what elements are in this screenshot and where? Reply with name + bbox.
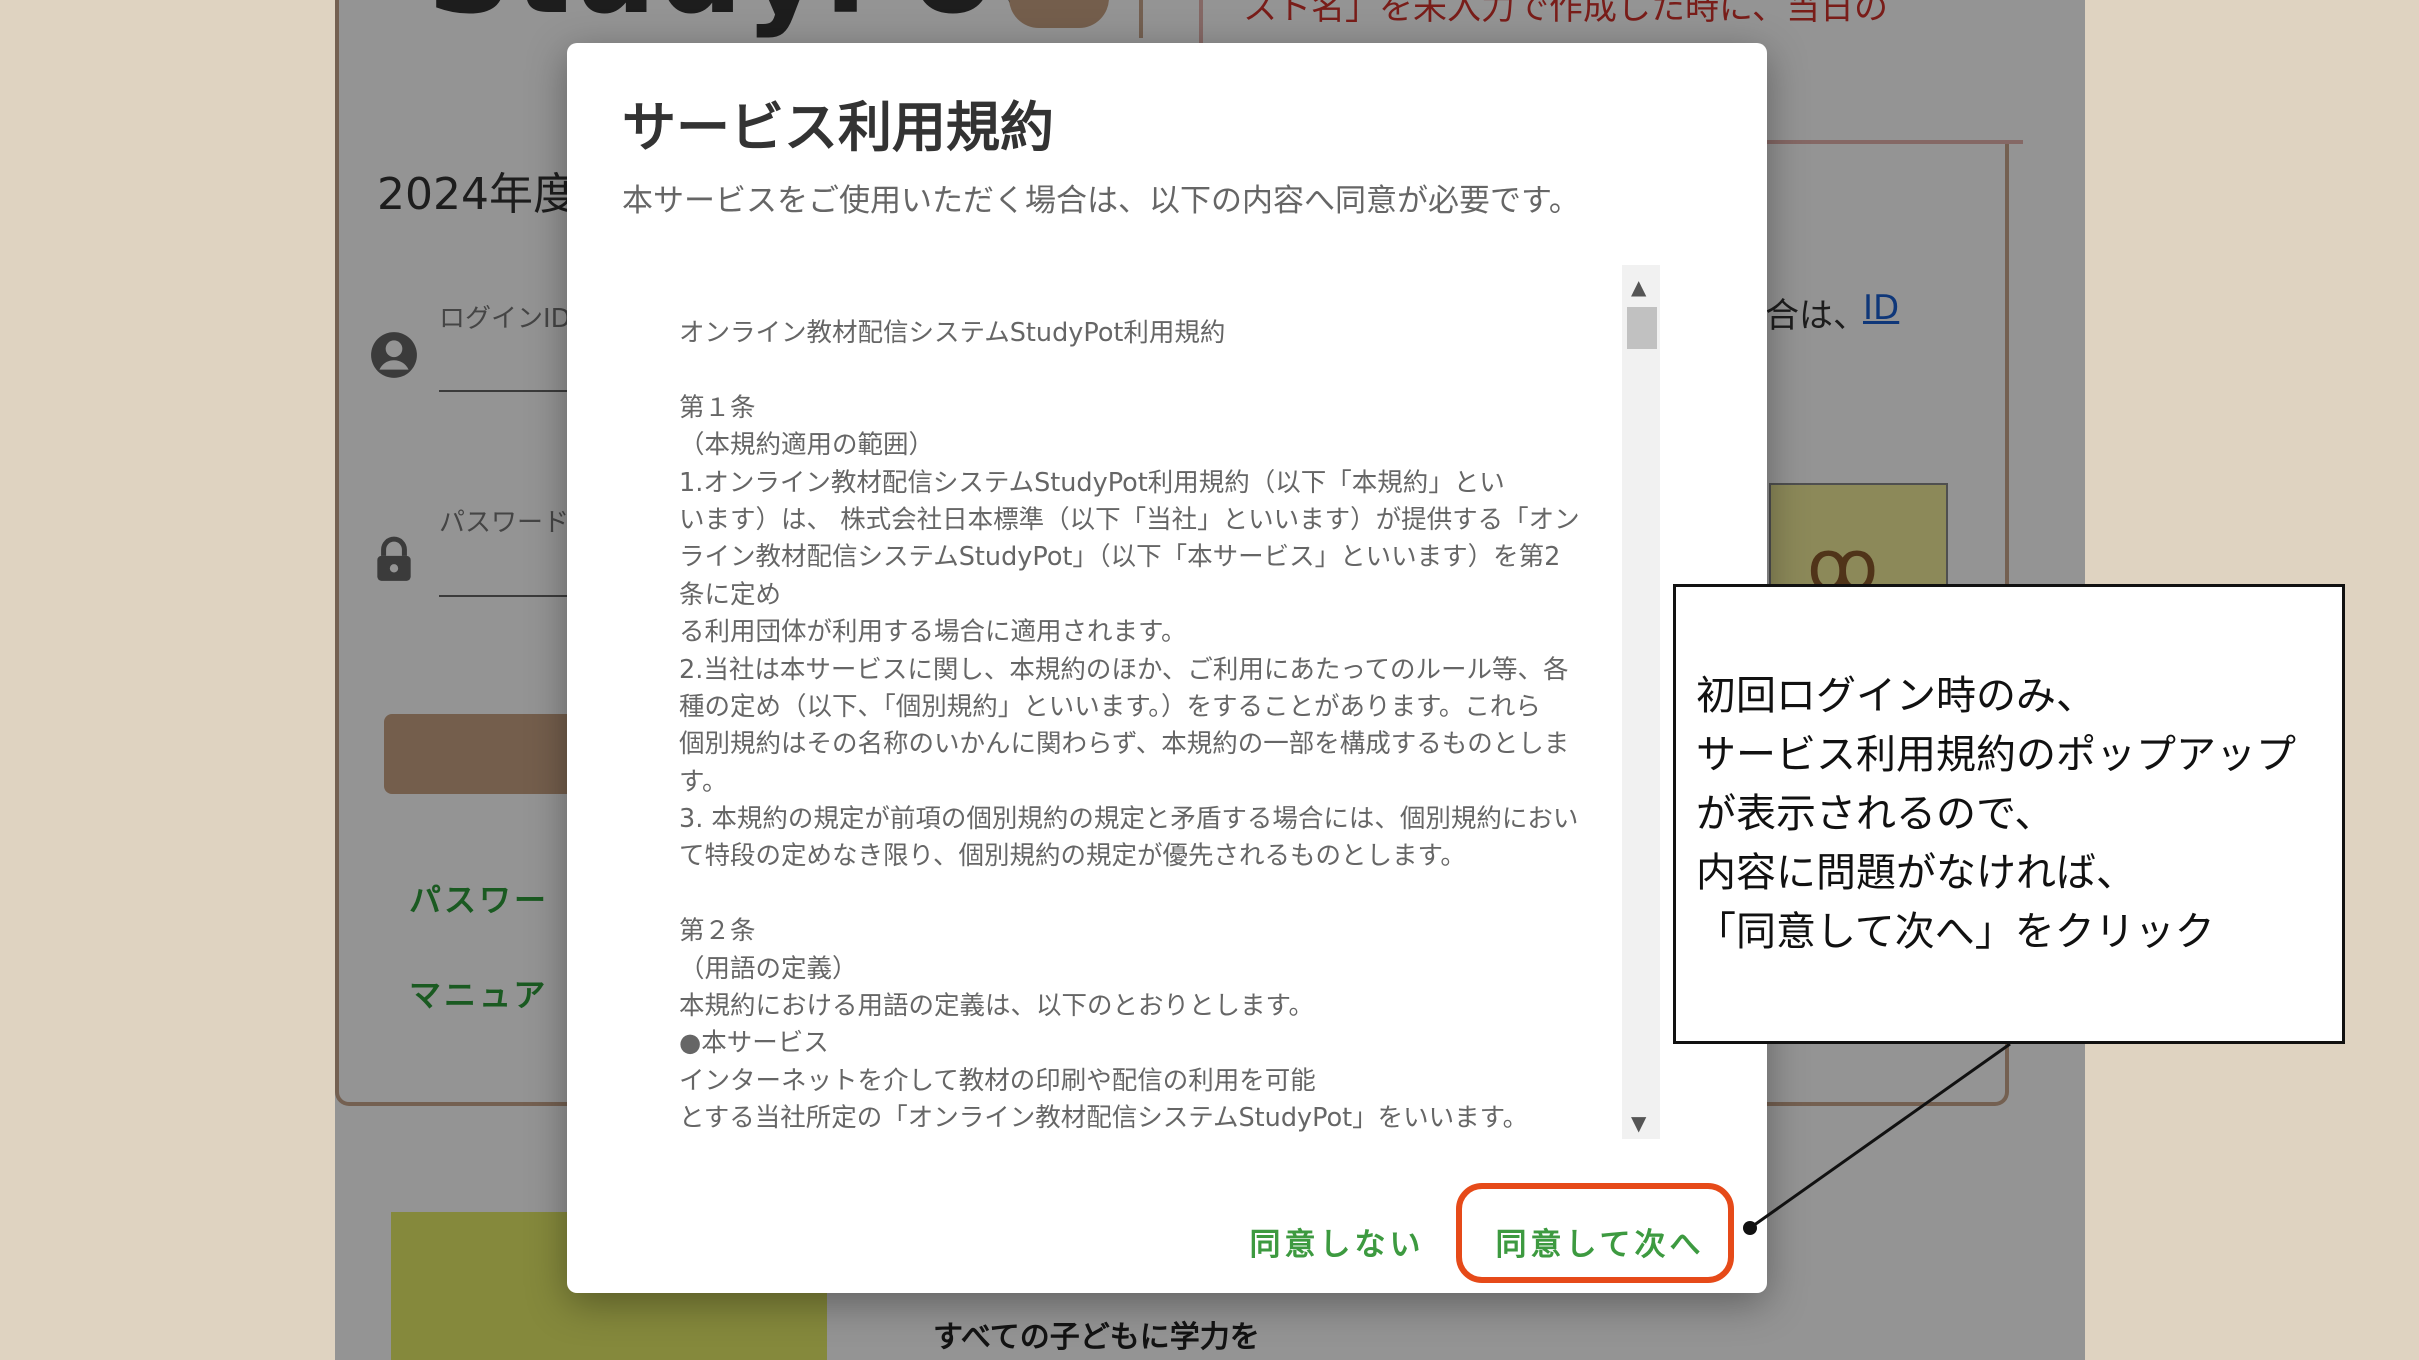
callout-line: 初回ログイン時のみ、 [1696, 673, 2096, 719]
terms-line: （用語の定義） [679, 953, 858, 984]
callout-line: が表示されるので、 [1696, 791, 2055, 837]
callout-text: 初回ログイン時のみ、 サービス利用規約のポップアップ が表示されるので、 内容に… [1696, 667, 2296, 962]
dialog-title: サービス利用規約 [622, 96, 1054, 159]
terms-line: 1.オンライン教材配信システムStudyPot利用規約（以下「本規約」とい [679, 467, 1505, 498]
terms-line: 2.当社は本サービスに関し、本規約のほか、ご利用にあたってのルール等、各 [679, 654, 1569, 685]
terms-line: 第２条 [679, 916, 756, 947]
terms-scrollbar[interactable]: ▲ ▼ [1622, 265, 1660, 1139]
callout-line: 内容に問題がなければ、 [1696, 850, 2136, 896]
callout-line: 「同意して次へ」をクリック [1696, 909, 2215, 955]
terms-line: 条に定め [679, 579, 782, 610]
terms-line: 3. 本規約の規定が前項の個別規約の規定と矛盾する場合には、個別規約におい [679, 804, 1579, 835]
terms-line [679, 352, 1639, 389]
dialog-subtitle: 本サービスをご使用いただく場合は、以下の内容へ同意が必要です。 [622, 183, 1580, 219]
agree-button-highlight [1456, 1183, 1734, 1283]
terms-line: ●本サービス [679, 1028, 829, 1059]
terms-line: （本規約適用の範囲） [679, 430, 935, 461]
terms-text: オンライン教材配信システムStudyPot利用規約 第１条 （本規約適用の範囲）… [679, 315, 1639, 1138]
terms-dialog: サービス利用規約 本サービスをご使用いただく場合は、以下の内容へ同意が必要です。… [567, 43, 1767, 1293]
terms-line: す。 [679, 766, 728, 797]
terms-line: る利用団体が利用する場合に適用されます。 [679, 617, 1187, 648]
terms-line: とする当社所定の「オンライン教材配信システムStudyPot」をいいます。 [679, 1103, 1529, 1134]
chevron-down-icon[interactable]: ▼ [1631, 1111, 1646, 1135]
terms-line: 個別規約はその名称のいかんに関わらず、本規約の一部を構成するものとしま [679, 729, 1570, 760]
terms-line [679, 876, 1639, 913]
scrollbar-thumb[interactable] [1627, 307, 1657, 349]
terms-line: 種の定め（以下、「個別規約」といいます。）をすることがあります。これら [679, 691, 1541, 722]
terms-line: 本規約における用語の定義は、以下のとおりとします。 [679, 991, 1314, 1022]
chevron-up-icon[interactable]: ▲ [1631, 275, 1646, 299]
terms-line: 第１条 [679, 392, 756, 423]
disagree-button[interactable]: 同意しない [1247, 1211, 1427, 1271]
terms-line: います）は、 株式会社日本標準（以下「当社」といいます）が提供する「オン [679, 504, 1580, 535]
terms-line: て特段の定めなき限り、個別規約の規定が優先されるものとします。 [679, 841, 1466, 872]
instruction-callout: 初回ログイン時のみ、 サービス利用規約のポップアップ が表示されるので、 内容に… [1673, 584, 2345, 1044]
callout-line: サービス利用規約のポップアップ [1696, 732, 2296, 778]
terms-line: ライン教材配信システムStudyPot」（以下「本サービス」といいます）を第2 [679, 542, 1561, 573]
terms-scroll-area[interactable]: オンライン教材配信システムStudyPot利用規約 第１条 （本規約適用の範囲）… [622, 265, 1717, 1139]
terms-line: インターネットを介して教材の印刷や配信の利用を可能 [679, 1065, 1316, 1096]
terms-line: オンライン教材配信システムStudyPot利用規約 [679, 318, 1226, 348]
